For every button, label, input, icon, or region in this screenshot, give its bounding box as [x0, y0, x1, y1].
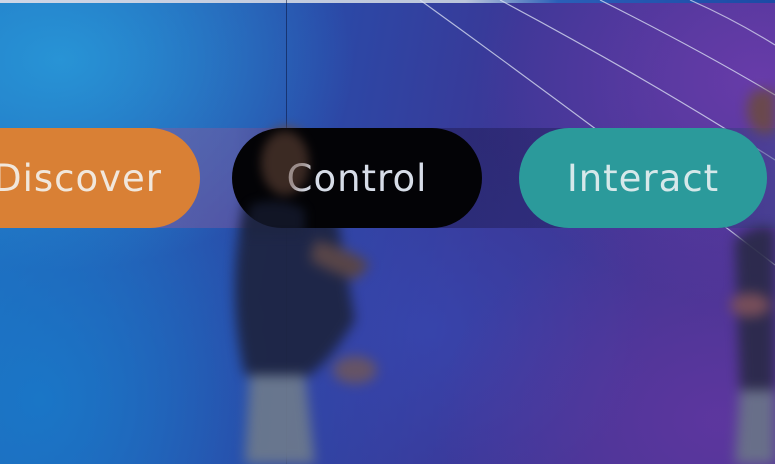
hero-scene: Discover Control Interact [0, 0, 775, 464]
interact-label: Interact [566, 156, 720, 200]
arc-line-4 [689, 0, 775, 46]
control-button[interactable]: Control [232, 128, 482, 228]
discover-button[interactable]: Discover [0, 128, 200, 228]
arc-line-3 [599, 0, 775, 96]
control-label: Control [286, 156, 428, 200]
interact-button[interactable]: Interact [519, 128, 767, 228]
discover-label: Discover [0, 156, 162, 200]
